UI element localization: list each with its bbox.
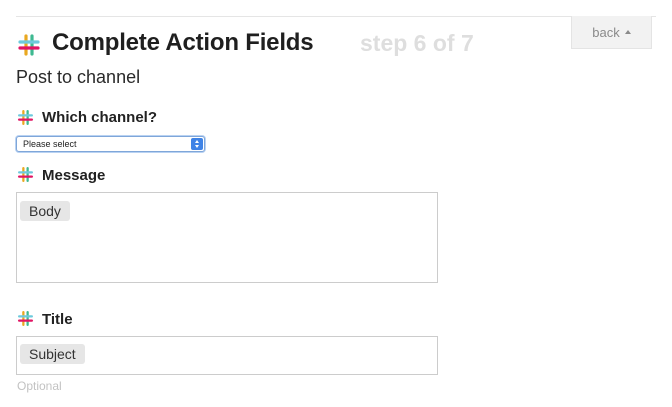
channel-select-value: Please select (23, 139, 77, 149)
body-token[interactable]: Body (20, 201, 70, 221)
slack-icon (18, 34, 40, 56)
action-subtitle: Post to channel (16, 67, 141, 87)
message-field-label: Message (42, 167, 106, 184)
back-button-label: back (592, 24, 620, 40)
optional-hint: Optional (17, 379, 62, 393)
subject-token[interactable]: Subject (20, 344, 85, 364)
message-field[interactable]: Body (16, 192, 438, 283)
caret-up-icon (624, 29, 631, 34)
page-title: Complete Action Fields (52, 29, 314, 56)
slack-icon (17, 109, 34, 126)
select-stepper-icon[interactable] (191, 138, 203, 150)
slack-icon (17, 166, 34, 183)
slack-icon (17, 310, 34, 327)
back-button[interactable]: back (571, 16, 652, 49)
channel-select[interactable]: Please select (16, 136, 205, 152)
step-indicator: step 6 of 7 (360, 30, 474, 56)
title-field[interactable]: Subject (16, 336, 438, 375)
title-field-label: Title (42, 311, 73, 328)
channel-field-label: Which channel? (42, 109, 158, 126)
header-divider (16, 16, 656, 17)
